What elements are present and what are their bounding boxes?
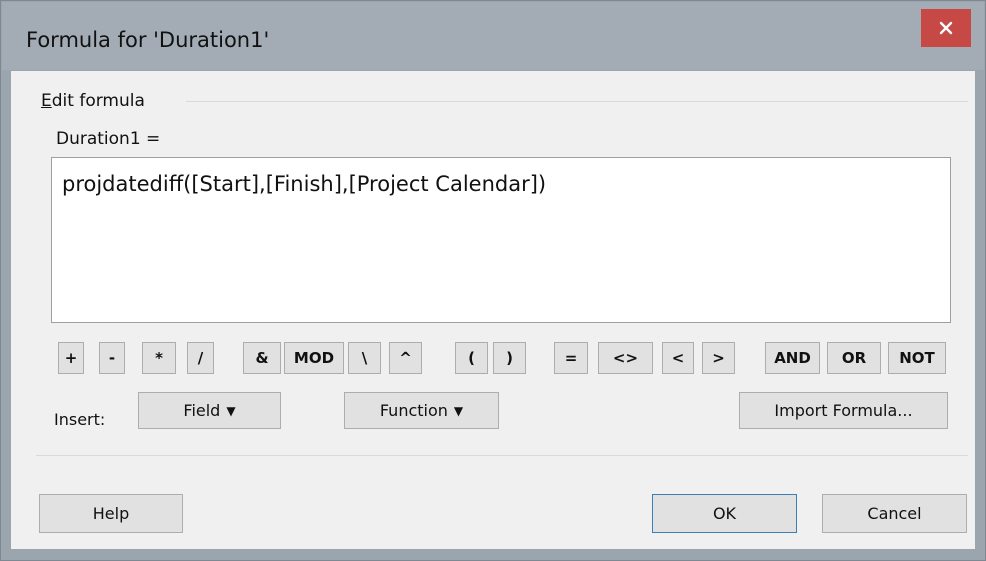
import-formula-button[interactable]: Import Formula... [739,392,948,429]
close-icon [939,21,953,35]
equals-operator-button[interactable]: = [554,342,588,374]
not-equal-operator-button[interactable]: <> [598,342,653,374]
greater-than-operator-button[interactable]: > [702,342,735,374]
close-button[interactable] [921,9,971,47]
cancel-button[interactable]: Cancel [822,494,967,533]
close-paren-button[interactable]: ) [493,342,526,374]
ampersand-operator-button[interactable]: & [243,342,281,374]
dialog-body: Edit formula Duration1 = projdatediff([S… [11,71,975,549]
mod-operator-button[interactable]: MOD [284,342,344,374]
backslash-operator-button[interactable]: \ [348,342,381,374]
less-than-operator-button[interactable]: < [662,342,694,374]
plus-operator-button[interactable]: + [58,342,84,374]
multiply-operator-button[interactable]: * [142,342,176,374]
formula-field-label: Duration1 = [56,129,161,149]
footer-divider [36,455,968,456]
formula-textbox[interactable]: projdatediff([Start],[Finish],[Project C… [51,157,951,323]
title-bar[interactable]: Formula for 'Duration1' [2,2,984,70]
group-divider [186,101,968,102]
function-dropdown-button[interactable]: Function ▼ [344,392,499,429]
caret-operator-button[interactable]: ^ [389,342,422,374]
formula-dialog: Formula for 'Duration1' Edit formula Dur… [0,0,986,561]
help-button[interactable]: Help [39,494,183,533]
chevron-down-icon: ▼ [226,403,236,418]
and-operator-button[interactable]: AND [765,342,820,374]
chevron-down-icon: ▼ [453,403,464,418]
insert-label: Insert: [54,410,106,429]
divide-operator-button[interactable]: / [187,342,214,374]
minus-operator-button[interactable]: - [99,342,125,374]
edit-formula-group-label: Edit formula [41,91,145,111]
dialog-title: Formula for 'Duration1' [26,28,270,52]
or-operator-button[interactable]: OR [827,342,881,374]
open-paren-button[interactable]: ( [455,342,488,374]
field-dropdown-button[interactable]: Field ▼ [138,392,281,429]
not-operator-button[interactable]: NOT [888,342,946,374]
ok-button[interactable]: OK [652,494,797,533]
